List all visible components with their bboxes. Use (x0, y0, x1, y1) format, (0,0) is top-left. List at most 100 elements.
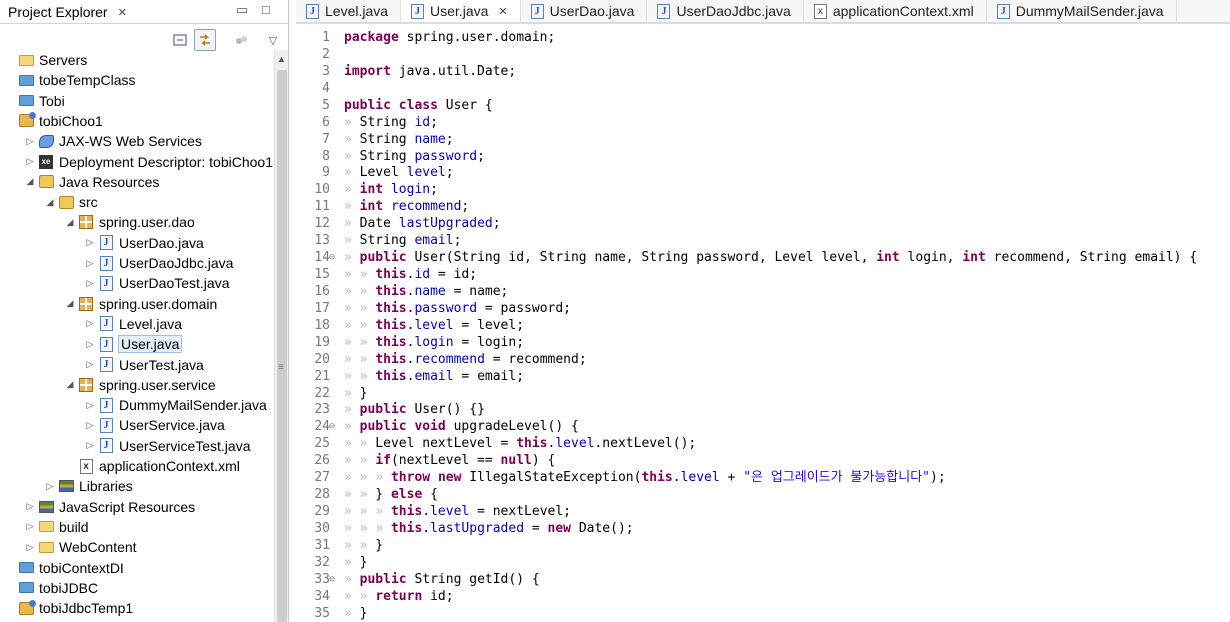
tree-item[interactable]: ◢ src (0, 192, 98, 212)
view-menu-button[interactable]: ▽ (262, 29, 284, 51)
code-line[interactable]: 9 » Level level; (296, 164, 1230, 181)
code-line[interactable]: 19 » » this.login = login; (296, 334, 1230, 351)
expand-icon[interactable]: ▷ (84, 237, 96, 248)
expand-icon[interactable]: ▷ (84, 339, 96, 350)
code-line[interactable]: 6 » String id; (296, 114, 1230, 131)
link-with-editor-button[interactable] (194, 29, 216, 51)
tree-item[interactable]: ▷ J UserServiceTest.java (0, 436, 251, 456)
tree-item[interactable]: tobiChoo1 (0, 111, 103, 131)
fold-icon[interactable]: ⊖ (329, 571, 335, 588)
code-line[interactable]: 29 » » » this.level = nextLevel; (296, 503, 1230, 520)
code-line[interactable]: 10 » int login; (296, 181, 1230, 198)
scroll-up-icon[interactable]: ▲ (277, 54, 286, 64)
tree-item[interactable]: tobiContextDI (0, 558, 124, 578)
editor-tab[interactable]: J UserDaoJdbc.java (647, 0, 804, 22)
expand-icon[interactable]: ▷ (84, 318, 96, 329)
tree-item[interactable]: ◢ spring.user.service (0, 375, 216, 395)
code-line[interactable]: 35 » } (296, 605, 1230, 622)
code-line[interactable]: 18 » » this.level = level; (296, 317, 1230, 334)
code-line[interactable]: 27 » » » throw new IllegalStateException(… (296, 469, 1230, 486)
code-line[interactable]: 8 » String password; (296, 148, 1230, 165)
close-icon[interactable]: ✕ (118, 6, 127, 19)
code-line[interactable]: 3 import java.util.Date; (296, 63, 1230, 80)
tree-item[interactable]: ▷ J UserService.java (0, 415, 225, 435)
tree-item[interactable]: ▷ J UserDao.java (0, 233, 204, 253)
editor-tab[interactable]: J UserDao.java (521, 0, 648, 22)
tree-item[interactable]: ▷ J User.java (0, 334, 183, 354)
code-line[interactable]: 5 public class User { (296, 97, 1230, 114)
expand-icon[interactable]: ▷ (84, 278, 96, 289)
code-line[interactable]: 14 ⊖ » public User(String id, String name,… (296, 249, 1230, 266)
expand-icon[interactable]: ▷ (84, 420, 96, 431)
expand-icon[interactable]: ▷ (84, 258, 96, 269)
tree-item[interactable]: ▷ J UserDaoJdbc.java (0, 253, 234, 273)
code-line[interactable]: 1 package spring.user.domain; (296, 29, 1230, 46)
editor-tab[interactable]: J Level.java (296, 0, 402, 22)
code-line[interactable]: 13 » String email; (296, 232, 1230, 249)
tree-item[interactable]: tobiJdbcTemp1 (0, 598, 133, 618)
editor-tab[interactable]: x applicationContext.xml (804, 0, 987, 22)
code-line[interactable]: 7 » String name; (296, 131, 1230, 148)
editor-tab[interactable]: J User.java ✕ (401, 0, 521, 22)
code-line[interactable]: 28 » » } else { (296, 486, 1230, 503)
expand-icon[interactable]: ▷ (24, 542, 36, 553)
code-line[interactable]: 30 » » » this.lastUpgraded = new Date(); (296, 520, 1230, 537)
code-line[interactable]: 33 ⊖ » public String getId() { (296, 571, 1230, 588)
tree-item[interactable]: Tobi (0, 91, 65, 111)
tree-item[interactable]: ▷ J UserTest.java (0, 355, 204, 375)
collapse-icon[interactable]: ◢ (24, 176, 36, 187)
tree-item[interactable]: tobiJDBC (0, 578, 98, 598)
tree-item[interactable]: ◢ Java Resources (0, 172, 160, 192)
code-line[interactable]: 16 » » this.name = name; (296, 283, 1230, 300)
fold-icon[interactable]: ⊖ (329, 418, 335, 435)
tree-item[interactable]: ▷ build (0, 517, 89, 537)
code-line[interactable]: 22 » } (296, 385, 1230, 402)
tree-item[interactable]: x applicationContext.xml (0, 456, 240, 476)
tree-item[interactable]: ◢ spring.user.dao (0, 212, 195, 232)
maximize-icon[interactable]: □ (262, 2, 270, 17)
expand-icon[interactable]: ▷ (24, 156, 36, 167)
collapse-all-button[interactable] (170, 29, 192, 51)
tree-item[interactable]: ▷ J UserDaoTest.java (0, 273, 230, 293)
code-line[interactable]: 23 » public User() {} (296, 401, 1230, 418)
tree-item[interactable]: ▷ WebContent (0, 537, 137, 557)
project-explorer-tab[interactable]: Project Explorer ✕ (0, 0, 135, 24)
tree-item[interactable]: ◢ spring.user.domain (0, 294, 218, 314)
code-line[interactable]: 32 » } (296, 554, 1230, 571)
code-line[interactable]: 12 » Date lastUpgraded; (296, 215, 1230, 232)
collapse-icon[interactable]: ◢ (44, 197, 56, 208)
code-line[interactable]: 4 (296, 80, 1230, 97)
expand-icon[interactable]: ▷ (84, 440, 96, 451)
explorer-scrollbar[interactable]: ▲ ≡ (274, 50, 288, 622)
close-icon[interactable]: ✕ (498, 5, 507, 18)
tree-item[interactable]: ▷ JAX-WS Web Services (0, 131, 202, 151)
code-line[interactable]: 26 » » if(nextLevel == null) { (296, 452, 1230, 469)
tree-item[interactable]: ▷ J DummyMailSender.java (0, 395, 267, 415)
tree-item[interactable]: ▷ J Level.java (0, 314, 183, 334)
collapse-icon[interactable]: ◢ (64, 298, 76, 309)
expand-icon[interactable]: ▷ (24, 136, 36, 147)
code-line[interactable]: 34 » » return id; (296, 588, 1230, 605)
expand-icon[interactable]: ▷ (24, 501, 36, 512)
editor-tab[interactable]: J DummyMailSender.java (987, 0, 1177, 22)
code-line[interactable]: 20 » » this.recommend = recommend; (296, 351, 1230, 368)
code-line[interactable]: 17 » » this.password = password; (296, 300, 1230, 317)
fold-icon[interactable]: ⊖ (329, 249, 335, 266)
tree-item[interactable]: tobeTempClass (0, 70, 136, 90)
expand-icon[interactable]: ▷ (24, 521, 36, 532)
tree-item[interactable]: Servers (0, 50, 87, 70)
focus-on-tasks-button[interactable] (230, 29, 252, 51)
minimize-icon[interactable]: ▭ (236, 2, 248, 18)
code-line[interactable]: 25 » » Level nextLevel = this.level.nextL… (296, 435, 1230, 452)
code-line[interactable]: 31 » » } (296, 537, 1230, 554)
scrollbar-thumb[interactable] (277, 70, 287, 622)
code-line[interactable]: 2 (296, 46, 1230, 63)
code-line[interactable]: 21 » » this.email = email; (296, 368, 1230, 385)
collapse-icon[interactable]: ◢ (64, 379, 76, 390)
tree-item[interactable]: ▷ Libraries (0, 476, 133, 496)
expand-icon[interactable]: ▷ (44, 481, 56, 492)
collapse-icon[interactable]: ◢ (64, 217, 76, 228)
tree-item[interactable]: ▷ JavaScript Resources (0, 497, 196, 517)
code-area[interactable]: 1 package spring.user.domain; 2 3 import jav… (296, 26, 1230, 622)
expand-icon[interactable]: ▷ (84, 400, 96, 411)
